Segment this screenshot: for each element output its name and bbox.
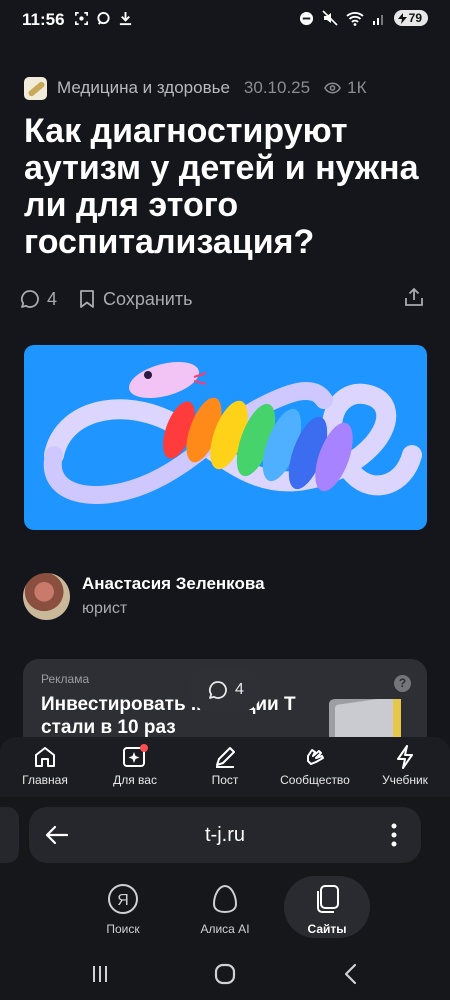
tab-textbook[interactable]: Учебник (360, 743, 450, 787)
status-bar: 11:56 79 (0, 0, 450, 40)
screenshot-icon (75, 12, 88, 25)
floating-comments-button[interactable]: 4 (189, 667, 262, 712)
comments-count: 4 (47, 288, 58, 309)
previous-tab-edge[interactable] (0, 807, 19, 863)
eye-icon (324, 82, 342, 94)
tab-label: Сайты (307, 922, 347, 936)
battery-level: 79 (408, 11, 422, 25)
snake-rainbow-illustration (43, 361, 422, 504)
url-bar[interactable]: t-j.ru (29, 807, 421, 863)
comments-button[interactable]: 4 (19, 288, 57, 310)
article-date: 30.10.25 (243, 78, 311, 97)
comment-icon (209, 680, 227, 699)
ad-info-icon[interactable]: ? (394, 675, 411, 692)
article-meta: Медицина и здоровье 30.10.25 1К (24, 76, 366, 100)
article-actions: 4 Сохранить (19, 286, 429, 312)
recent-apps-icon[interactable] (90, 964, 110, 984)
tab-label: Для вас (113, 773, 157, 787)
status-time: 11:56 (22, 10, 65, 29)
author-name[interactable]: Анастасия Зеленкова (82, 574, 265, 594)
comment-icon (20, 290, 39, 308)
bolt-icon (397, 745, 413, 769)
tab-post[interactable]: Пост (180, 743, 270, 787)
tab-community[interactable]: Сообщество (270, 743, 360, 787)
avatar[interactable] (23, 572, 70, 620)
download-icon (119, 11, 132, 26)
article-hero-image (24, 345, 427, 530)
battery-indicator: 79 (393, 10, 428, 26)
article-title: Как диагностируют аутизм у детей и нужна… (24, 112, 419, 261)
mute-icon (322, 10, 338, 26)
system-icons: 79 (299, 10, 428, 26)
charging-icon (397, 12, 407, 24)
tab-label: Поиск (106, 922, 140, 936)
tab-home[interactable]: Главная (0, 743, 90, 787)
pencil-icon (216, 747, 235, 768)
ad-label: Реклама (41, 672, 90, 686)
wifi-icon (346, 11, 364, 26)
tab-for-you[interactable]: Для вас (90, 743, 180, 787)
home-button-icon[interactable] (214, 963, 236, 985)
tab-label: Сообщество (280, 773, 350, 787)
category-icon (24, 76, 47, 100)
tab-search[interactable]: Я Поиск (81, 882, 165, 936)
author-card[interactable]: Анастасия Зеленкова юрист (23, 571, 265, 621)
tab-label: Главная (22, 773, 68, 787)
share-icon (405, 287, 423, 306)
tab-label: Алиса AI (200, 922, 250, 936)
share-button[interactable] (403, 286, 425, 313)
views-counter: 1К (324, 78, 366, 98)
alice-icon (212, 884, 238, 914)
notification-icons (74, 11, 133, 26)
more-vertical-icon[interactable] (391, 821, 397, 849)
system-navigation (0, 958, 450, 990)
dnd-icon (299, 11, 313, 25)
bookmark-icon (80, 290, 94, 308)
hands-icon (307, 749, 324, 765)
floating-comments-count: 4 (235, 680, 244, 698)
tab-label: Пост (211, 773, 239, 787)
app-tab-bar: Главная Для вас Пост Сообщество Учебник (0, 737, 450, 797)
author-role: юрист (82, 600, 128, 617)
pages-icon (317, 885, 339, 913)
views-count: 1К (347, 78, 367, 97)
home-icon (35, 747, 55, 767)
tab-sites[interactable]: Сайты (285, 882, 369, 936)
category-link[interactable]: Медицина и здоровье (57, 78, 230, 98)
signal-icon (372, 15, 383, 25)
save-label: Сохранить (103, 288, 193, 309)
chat-icon (97, 11, 110, 25)
svg-text:Я: Я (117, 892, 129, 909)
tab-alice[interactable]: Алиса AI (183, 882, 267, 936)
back-icon[interactable] (343, 963, 359, 985)
yandex-icon: Я (108, 884, 138, 914)
save-button[interactable]: Сохранить (79, 289, 192, 310)
tab-label: Учебник (382, 773, 428, 787)
sparkle-icon (123, 744, 148, 767)
ad-title: Инвестировать ... : акции Т стали в 10 р… (41, 694, 296, 738)
url-text[interactable]: t-j.ru (29, 824, 421, 847)
